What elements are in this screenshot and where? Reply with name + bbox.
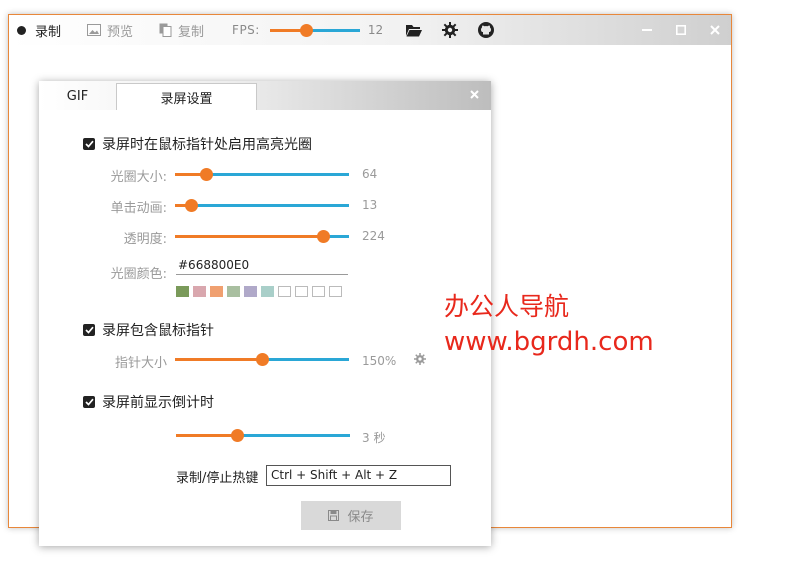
- watermark-url: www.bgrdh.com: [444, 327, 654, 357]
- cursor-checkbox-label: 录屏包含鼠标指针: [102, 323, 214, 339]
- github-icon: [478, 22, 495, 38]
- checkmark-icon: [84, 140, 94, 148]
- color-swatch[interactable]: [278, 286, 291, 297]
- circle-size-label: 光圈大小:: [110, 170, 167, 185]
- github-button[interactable]: [477, 21, 495, 39]
- save-button[interactable]: 保存: [301, 501, 401, 530]
- checkmark-icon: [84, 398, 94, 406]
- cursor-size-thumb[interactable]: [256, 353, 269, 366]
- color-swatch[interactable]: [261, 286, 274, 297]
- main-toolbar: 录制 预览 复制 FPS: 12: [9, 15, 731, 45]
- highlight-checkbox-row[interactable]: 录屏时在鼠标指针处启用高亮光圈: [83, 134, 312, 154]
- minimize-icon: [642, 29, 652, 31]
- opacity-value: 224: [362, 229, 385, 243]
- hotkey-input[interactable]: Ctrl + Shift + Alt + Z: [266, 465, 451, 486]
- cursor-settings-gear-icon[interactable]: [414, 353, 426, 365]
- countdown-thumb[interactable]: [230, 429, 244, 442]
- close-icon: [710, 25, 720, 35]
- copy-label: 复制: [178, 24, 205, 40]
- click-animation-label: 单击动画:: [110, 201, 167, 216]
- watermark-title: 办公人导航: [444, 292, 570, 321]
- color-swatches: [176, 286, 342, 297]
- record-label: 录制: [35, 24, 62, 40]
- cursor-checkbox[interactable]: [83, 324, 95, 336]
- folder-icon: [406, 24, 423, 36]
- highlight-checkbox-label: 录屏时在鼠标指针处启用高亮光圈: [102, 137, 312, 153]
- countdown-value: 3 秒: [362, 431, 386, 445]
- countdown-checkbox[interactable]: [83, 396, 95, 408]
- color-swatch[interactable]: [176, 286, 189, 297]
- color-swatch[interactable]: [193, 286, 206, 297]
- maximize-button[interactable]: [673, 22, 689, 38]
- color-swatch[interactable]: [227, 286, 240, 297]
- save-label: 保存: [347, 510, 374, 525]
- copy-button[interactable]: 复制: [159, 15, 204, 45]
- preview-label: 预览: [107, 24, 134, 40]
- window-controls: [639, 15, 723, 45]
- cursor-checkbox-row[interactable]: 录屏包含鼠标指针: [83, 320, 214, 340]
- minimize-button[interactable]: [639, 22, 655, 38]
- preview-button[interactable]: 预览: [87, 15, 133, 45]
- settings-dialog: GIF 录屏设置 录屏时在鼠标指针处启用高亮光圈 光圈大小: 64 单击动画: …: [39, 81, 491, 546]
- countdown-checkbox-label: 录屏前显示倒计时: [102, 395, 214, 411]
- gear-icon: [442, 22, 459, 38]
- opacity-label: 透明度:: [123, 232, 167, 247]
- image-icon: [87, 24, 102, 36]
- circle-size-value: 64: [362, 167, 378, 181]
- opacity-thumb[interactable]: [316, 230, 330, 243]
- color-swatch[interactable]: [295, 286, 308, 297]
- save-icon: [328, 510, 340, 521]
- cursor-size-label: 指针大小: [114, 356, 167, 371]
- close-icon: [469, 89, 479, 99]
- color-swatch[interactable]: [244, 286, 257, 297]
- hotkey-label: 录制/停止热键: [176, 471, 259, 486]
- color-swatch[interactable]: [312, 286, 325, 297]
- dialog-close-button[interactable]: [467, 87, 481, 101]
- cursor-size-value: 150%: [362, 354, 397, 368]
- tab-recording-settings[interactable]: 录屏设置: [116, 83, 257, 110]
- click-animation-value: 13: [362, 198, 378, 212]
- record-button[interactable]: 录制: [17, 15, 61, 45]
- click-animation-thumb[interactable]: [184, 199, 198, 212]
- record-dot-icon: [17, 25, 26, 35]
- circle-color-label: 光圈颜色:: [110, 267, 167, 282]
- open-folder-button[interactable]: [405, 21, 423, 39]
- opacity-slider[interactable]: [175, 228, 349, 244]
- fps-slider-thumb[interactable]: [299, 24, 313, 37]
- settings-button[interactable]: [441, 21, 459, 39]
- color-swatch[interactable]: [329, 286, 342, 297]
- color-swatch[interactable]: [210, 286, 223, 297]
- maximize-icon: [676, 25, 686, 35]
- circle-color-input[interactable]: #668800E0: [176, 257, 348, 275]
- fps-value: 12: [367, 23, 384, 37]
- checkmark-icon: [84, 326, 94, 334]
- dialog-tab-bar: GIF 录屏设置: [39, 81, 491, 110]
- highlight-checkbox[interactable]: [83, 138, 95, 150]
- fps-slider[interactable]: [269, 22, 360, 38]
- click-animation-slider[interactable]: [175, 197, 349, 213]
- circle-size-slider[interactable]: [175, 166, 349, 182]
- fps-label: FPS:: [232, 23, 260, 37]
- copy-icon: [159, 23, 172, 37]
- countdown-slider[interactable]: [176, 427, 350, 443]
- cursor-size-slider[interactable]: [175, 351, 349, 367]
- tab-gif[interactable]: GIF: [39, 83, 116, 110]
- countdown-checkbox-row[interactable]: 录屏前显示倒计时: [83, 392, 214, 412]
- circle-size-thumb[interactable]: [200, 168, 214, 181]
- close-button[interactable]: [707, 22, 723, 38]
